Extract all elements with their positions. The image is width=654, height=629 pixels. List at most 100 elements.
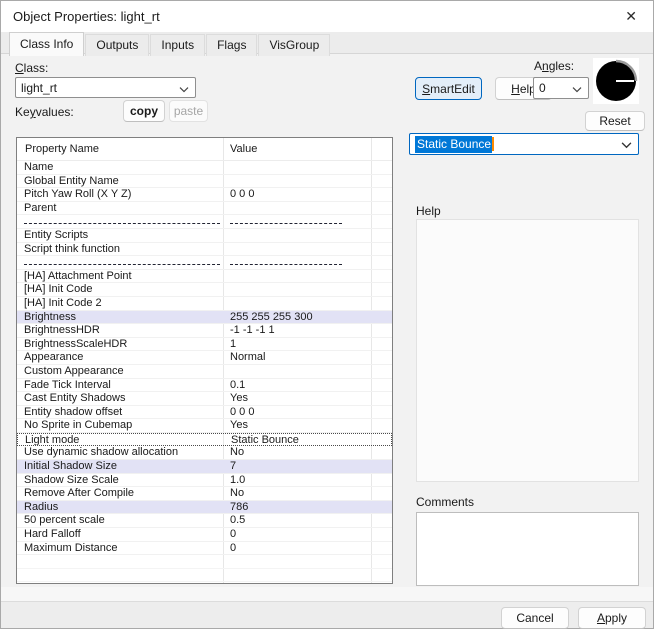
property-table: Property Name Value NameGlobal Entity Na…	[16, 137, 393, 584]
table-row[interactable]: Radius786	[17, 501, 392, 515]
table-row[interactable]: Remove After CompileNo	[17, 487, 392, 501]
help-panel-label: Help	[416, 204, 441, 218]
angles-combobox-value: 0	[539, 81, 546, 95]
class-combobox[interactable]: light_rt	[15, 77, 196, 98]
angle-dial-icon	[593, 58, 639, 104]
property-name	[17, 569, 223, 582]
property-value	[223, 297, 392, 310]
property-name: Brightness	[17, 311, 223, 324]
property-name: Cast Entity Shadows	[17, 392, 223, 405]
chevron-down-icon	[572, 82, 582, 96]
table-row[interactable]: BrightnessScaleHDR1	[17, 338, 392, 352]
reset-button[interactable]: Reset	[585, 111, 645, 131]
table-row[interactable]	[17, 215, 392, 229]
property-name: Hard Falloff	[17, 528, 223, 541]
title-bar: Object Properties: light_rt ✕	[1, 1, 653, 32]
table-row[interactable]: [HA] Init Code 2	[17, 297, 392, 311]
table-row[interactable]: Name	[17, 161, 392, 175]
property-value: 786	[223, 501, 392, 514]
table-row[interactable]: Entity shadow offset0 0 0	[17, 406, 392, 420]
property-value	[223, 365, 392, 378]
table-row[interactable]	[17, 256, 392, 270]
angles-combobox[interactable]: 0	[533, 77, 589, 99]
table-row[interactable]: Parent	[17, 202, 392, 216]
tab-outputs[interactable]: Outputs	[85, 34, 149, 56]
property-name: Fade Tick Interval	[17, 379, 223, 392]
property-value	[223, 569, 392, 582]
content-bottom-strip	[1, 587, 653, 601]
light-mode-combobox[interactable]: Static Bounce	[409, 133, 639, 155]
tab-class-info[interactable]: Class Info	[9, 32, 84, 56]
table-row[interactable]: Global Entity Name	[17, 175, 392, 189]
table-row	[17, 569, 392, 583]
chevron-down-icon	[621, 138, 632, 152]
table-row[interactable]: Custom Appearance	[17, 365, 392, 379]
table-row[interactable]: Fade Tick Interval0.1	[17, 379, 392, 393]
angles-label: Angles:	[534, 59, 574, 73]
property-value: 0.1	[223, 379, 392, 392]
tab-flags[interactable]: Flags	[206, 34, 257, 56]
light-mode-combobox-value: Static Bounce	[415, 136, 492, 153]
property-name: Use dynamic shadow allocation	[17, 446, 223, 459]
paste-button[interactable]: paste	[169, 100, 208, 122]
table-row[interactable]: No Sprite in CubemapYes	[17, 419, 392, 433]
table-row[interactable]: Hard Falloff0	[17, 528, 392, 542]
property-value: Static Bounce	[224, 434, 391, 446]
property-name: Remove After Compile	[17, 487, 223, 500]
property-value	[223, 229, 392, 242]
table-row[interactable]: [HA] Attachment Point	[17, 270, 392, 284]
property-name: Script think function	[17, 243, 223, 256]
table-row[interactable]: AppearanceNormal	[17, 351, 392, 365]
property-name: Custom Appearance	[17, 365, 223, 378]
property-name: Maximum Distance	[17, 542, 223, 555]
property-name: 50 percent scale	[17, 514, 223, 527]
comments-textarea[interactable]	[416, 512, 639, 586]
separator-line	[230, 223, 342, 224]
apply-button[interactable]: Apply	[578, 607, 646, 629]
property-table-body: NameGlobal Entity NamePitch Yaw Roll (X …	[17, 161, 392, 582]
table-row[interactable]: Initial Shadow Size7	[17, 460, 392, 474]
property-name: BrightnessScaleHDR	[17, 338, 223, 351]
help-panel-content	[416, 219, 639, 482]
property-value: No	[223, 446, 392, 459]
table-row[interactable]: Cast Entity ShadowsYes	[17, 392, 392, 406]
property-name: Pitch Yaw Roll (X Y Z)	[17, 188, 223, 201]
property-value	[223, 256, 392, 269]
property-value	[223, 283, 392, 296]
property-table-header: Property Name Value	[17, 138, 392, 161]
smartedit-button[interactable]: SmartEdit	[415, 77, 482, 100]
property-name	[17, 215, 223, 228]
property-name: BrightnessHDR	[17, 324, 223, 337]
property-name: Global Entity Name	[17, 175, 223, 188]
class-label: Class:	[15, 61, 48, 75]
property-value: 0.5	[223, 514, 392, 527]
copy-button[interactable]: copy	[123, 100, 165, 122]
table-row[interactable]: Light modeStatic Bounce	[17, 433, 392, 447]
property-value: Normal	[223, 351, 392, 364]
property-value	[223, 215, 392, 228]
table-row[interactable]: Brightness255 255 255 300	[17, 311, 392, 325]
tab-visgroup[interactable]: VisGroup	[258, 34, 330, 56]
table-row[interactable]: BrightnessHDR-1 -1 -1 1	[17, 324, 392, 338]
property-name: Radius	[17, 501, 223, 514]
property-value: 1	[223, 338, 392, 351]
close-icon[interactable]: ✕	[625, 8, 637, 25]
table-row[interactable]: Shadow Size Scale1.0	[17, 474, 392, 488]
table-row[interactable]: Script think function	[17, 243, 392, 257]
table-row[interactable]: [HA] Init Code	[17, 283, 392, 297]
property-name: Entity shadow offset	[17, 406, 223, 419]
table-row[interactable]: 50 percent scale0.5	[17, 514, 392, 528]
tab-inputs[interactable]: Inputs	[150, 34, 205, 56]
cancel-button[interactable]: Cancel	[501, 607, 569, 629]
property-value: 0	[223, 528, 392, 541]
comments-label: Comments	[416, 495, 474, 509]
angle-dial[interactable]	[593, 58, 639, 104]
table-row[interactable]: Pitch Yaw Roll (X Y Z)0 0 0	[17, 188, 392, 202]
keyvalues-label: Keyvalues:	[15, 105, 74, 119]
property-value: Yes	[223, 392, 392, 405]
table-row[interactable]: Use dynamic shadow allocationNo	[17, 446, 392, 460]
table-row[interactable]: Maximum Distance0	[17, 542, 392, 556]
table-row[interactable]: Entity Scripts	[17, 229, 392, 243]
window-title: Object Properties: light_rt	[13, 9, 160, 24]
object-properties-dialog: Object Properties: light_rt ✕ Class Info…	[0, 0, 654, 629]
